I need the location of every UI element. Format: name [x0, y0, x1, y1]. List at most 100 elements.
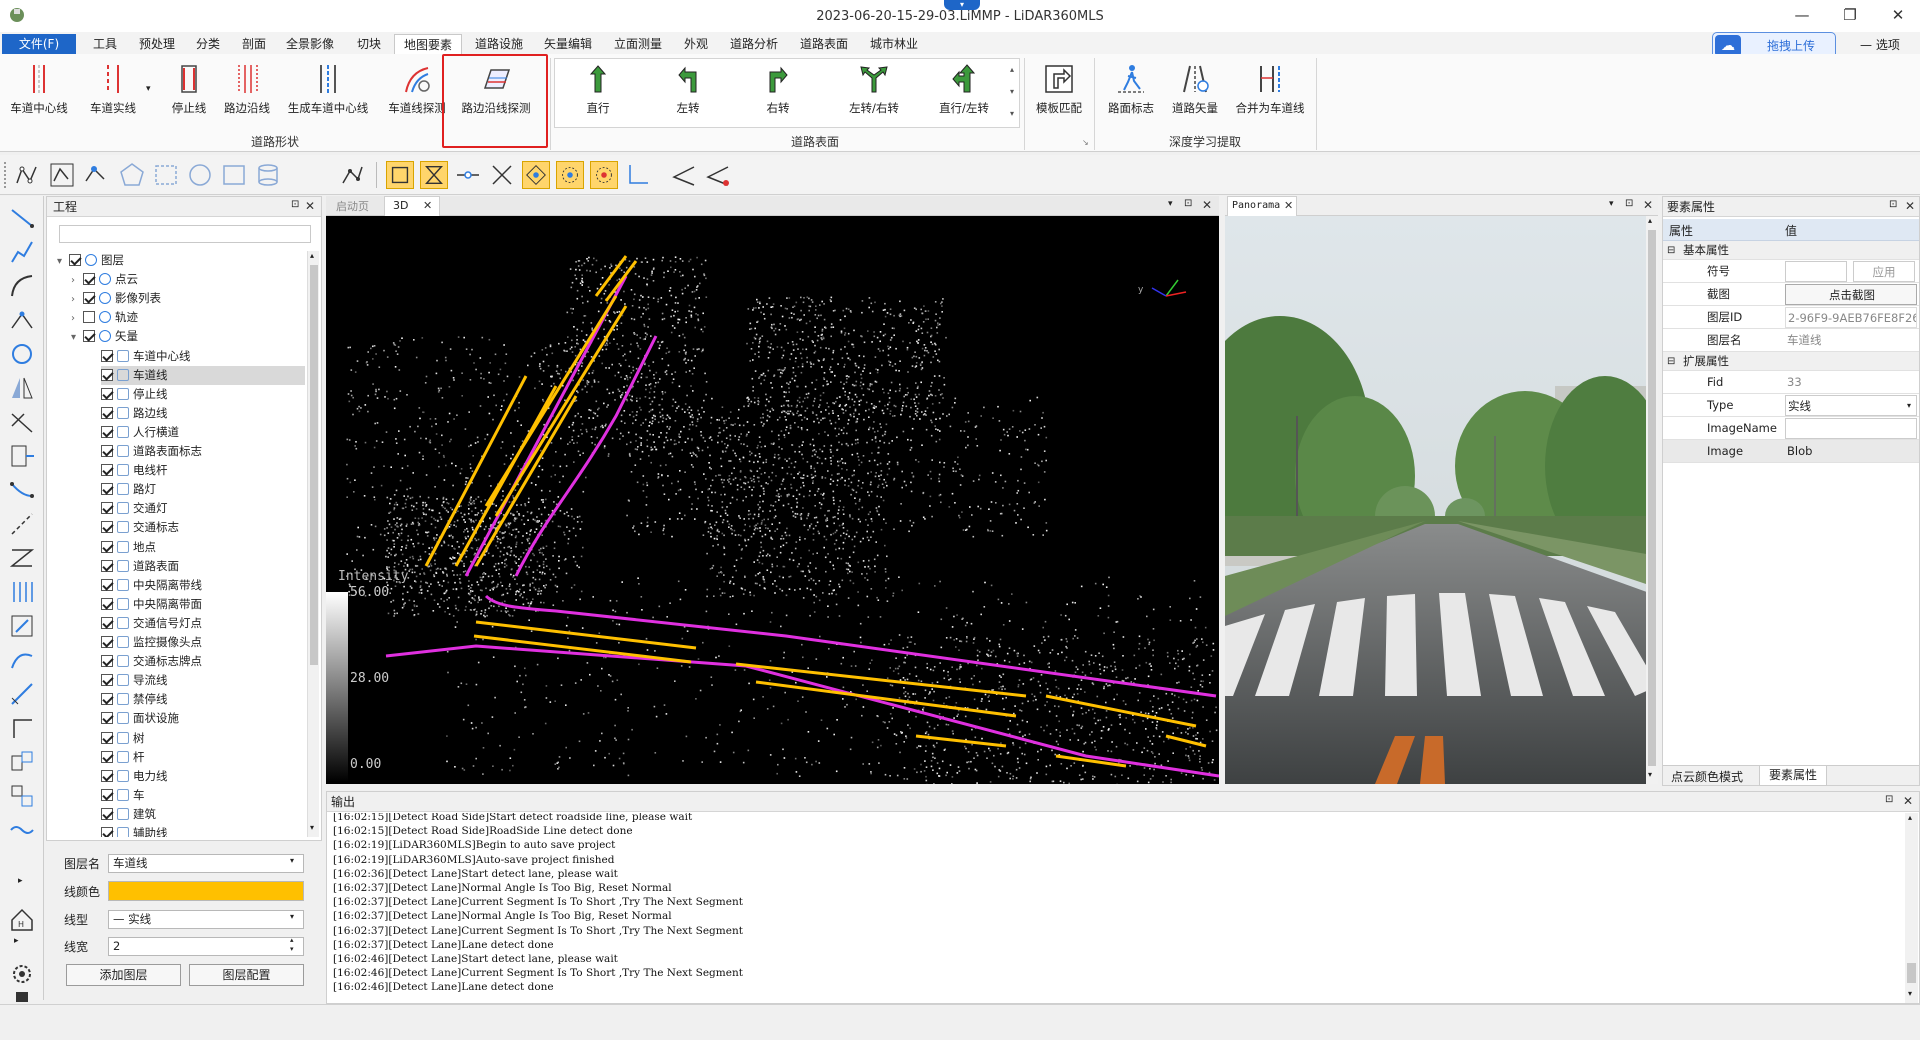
- arrow-left-right-button[interactable]: 左转/右转: [836, 58, 912, 128]
- draw-polyline-icon[interactable]: [8, 238, 36, 266]
- generate-centerline-button[interactable]: 生成车道中心线: [284, 58, 372, 128]
- props-close-icon[interactable]: ✕: [1905, 199, 1915, 213]
- tab-road-analysis[interactable]: 道路分析: [722, 34, 786, 54]
- layer-visibility-checkbox[interactable]: [101, 368, 113, 381]
- road-marking-button[interactable]: 路面标志: [1102, 58, 1160, 128]
- tab-pointcloud-color-mode[interactable]: 点云颜色模式: [1671, 768, 1743, 785]
- output-close-icon[interactable]: ✕: [1903, 794, 1913, 808]
- tree-item[interactable]: 建筑: [101, 805, 305, 824]
- maximize-button[interactable]: ❐: [1830, 0, 1870, 30]
- curve-fit-icon[interactable]: [8, 646, 36, 674]
- network-icon[interactable]: [338, 161, 366, 189]
- settings-icon[interactable]: [8, 960, 36, 988]
- arrow-straight-button[interactable]: 直行: [566, 58, 630, 128]
- tree-item[interactable]: 导流线: [101, 671, 305, 690]
- tree-item[interactable]: 停止线: [101, 385, 305, 404]
- zigzag-icon[interactable]: [8, 544, 36, 572]
- group-collapse-icon[interactable]: ⊟: [1667, 352, 1675, 371]
- viewer-dropdown-icon[interactable]: ▾: [1168, 199, 1173, 209]
- layer-visibility-checkbox[interactable]: [101, 445, 113, 457]
- node-edit-icon[interactable]: [12, 161, 40, 189]
- layer-visibility-checkbox[interactable]: [101, 578, 113, 591]
- tree-item[interactable]: › 影像列表: [71, 289, 305, 308]
- project-search-input[interactable]: [59, 225, 311, 243]
- angle-icon[interactable]: [670, 161, 698, 189]
- output-scrollbar[interactable]: ▴ ▾: [1905, 813, 1918, 1003]
- draw-arc-icon[interactable]: [8, 272, 36, 300]
- tab-vector-edit[interactable]: 矢量编辑: [536, 34, 600, 54]
- pointcloud-3d-view[interactable]: y Intensity 56.00 28.00 0.00: [326, 216, 1219, 784]
- layer-visibility-checkbox[interactable]: [101, 674, 113, 687]
- tree-item[interactable]: 交通标志牌点: [101, 652, 305, 671]
- line-width-stepper-icon[interactable]: ▴ ▾: [290, 936, 294, 954]
- tree-item[interactable]: 道路表面标志: [101, 442, 305, 461]
- square-icon[interactable]: [220, 161, 248, 189]
- tree-item[interactable]: 人行横道: [101, 423, 305, 442]
- extend-icon[interactable]: [8, 442, 36, 470]
- lane-solid-dropdown-icon[interactable]: ▾: [146, 84, 151, 94]
- cube-icon[interactable]: [8, 990, 36, 1002]
- layer-visibility-checkbox[interactable]: [101, 693, 113, 706]
- scroll-up-icon[interactable]: ▴: [310, 251, 314, 260]
- layer-visibility-checkbox[interactable]: [101, 387, 113, 400]
- layer-name-select[interactable]: 车道线: [108, 854, 304, 873]
- arrow-left-button[interactable]: 左转: [656, 58, 720, 128]
- layer-id-value[interactable]: 2-96F9-9AEB76FE8F26}: [1785, 307, 1917, 328]
- tab-road-facilities[interactable]: 道路设施: [468, 34, 530, 54]
- tree-item[interactable]: 中央隔离带线: [101, 576, 305, 595]
- group-collapse-icon[interactable]: ⊟: [1667, 241, 1675, 260]
- hourglass-icon[interactable]: [420, 161, 448, 189]
- layer-visibility-checkbox[interactable]: [101, 597, 113, 610]
- tab-panorama[interactable]: 全景影像: [280, 34, 340, 54]
- tree-item[interactable]: 树: [101, 729, 305, 748]
- tree-scrollbar[interactable]: ▴ ▾: [307, 251, 319, 837]
- lane-centerline-button[interactable]: 车道中心线: [10, 58, 68, 128]
- tab-preprocess[interactable]: 预处理: [132, 34, 182, 54]
- rotate-box-icon[interactable]: [8, 612, 36, 640]
- tree-item[interactable]: 电线杆: [101, 461, 305, 480]
- tab-start-page[interactable]: 启动页: [336, 198, 369, 214]
- panorama-pin-icon[interactable]: ⊡: [1625, 198, 1633, 209]
- symbol-value-input[interactable]: [1785, 261, 1847, 282]
- rail-more-icon[interactable]: ▸: [18, 876, 23, 886]
- tab-urban-forestry[interactable]: 城市林业: [862, 34, 926, 54]
- expand-toggle-icon[interactable]: ▾: [71, 328, 83, 347]
- layer-visibility-checkbox[interactable]: [101, 655, 113, 668]
- draw-circle-icon[interactable]: [8, 340, 36, 368]
- layer-visibility-checkbox[interactable]: [101, 807, 113, 820]
- layer-visibility-checkbox[interactable]: [101, 559, 113, 572]
- tree-item[interactable]: 监控摄像头点: [101, 633, 305, 652]
- viewer-pin-icon[interactable]: ⊡: [1184, 198, 1192, 209]
- tab-3d[interactable]: 3D ✕: [384, 196, 440, 216]
- expand-toggle-icon[interactable]: ›: [71, 309, 83, 328]
- layer-visibility-checkbox[interactable]: [101, 521, 113, 534]
- tab-classify[interactable]: 分类: [188, 34, 228, 54]
- panel-close-icon[interactable]: ✕: [305, 199, 315, 213]
- mirror-icon[interactable]: [8, 374, 36, 402]
- gallery-scroll-up-icon[interactable]: ▴: [1006, 60, 1018, 80]
- collapse-chevron-icon[interactable]: ▾: [944, 0, 980, 10]
- options-menu[interactable]: — 选项: [1860, 36, 1900, 53]
- panorama-close-icon[interactable]: ✕: [1643, 198, 1653, 212]
- tree-item[interactable]: 交通灯: [101, 499, 305, 518]
- merge-lane-button[interactable]: 合并为车道线: [1232, 58, 1308, 128]
- layer-visibility-checkbox[interactable]: [101, 731, 113, 744]
- layer-visibility-checkbox[interactable]: [101, 750, 113, 763]
- template-match-button[interactable]: 模板匹配: [1030, 58, 1088, 128]
- tree-item[interactable]: ▾ 矢量: [71, 327, 305, 346]
- layer-visibility-checkbox[interactable]: [101, 712, 113, 725]
- tree-item[interactable]: 交通标志: [101, 518, 305, 537]
- line-width-spinner[interactable]: 2: [108, 937, 304, 956]
- tab-facade[interactable]: 立面测量: [606, 34, 670, 54]
- tab-map-elements[interactable]: 地图要素: [394, 34, 462, 54]
- tree-item[interactable]: 辅助线: [101, 824, 305, 837]
- layer-visibility-checkbox[interactable]: [69, 254, 81, 266]
- line-color-swatch[interactable]: [108, 881, 304, 901]
- circle-icon[interactable]: [186, 161, 214, 189]
- layer-visibility-checkbox[interactable]: [101, 425, 113, 438]
- rectangle-select-icon[interactable]: [152, 161, 180, 189]
- group-launcher-icon[interactable]: ↘: [1082, 138, 1089, 147]
- props-pin-icon[interactable]: ⊡: [1889, 199, 1897, 210]
- scroll-down-icon[interactable]: ▾: [310, 823, 314, 832]
- expand-toggle-icon[interactable]: ›: [71, 271, 83, 290]
